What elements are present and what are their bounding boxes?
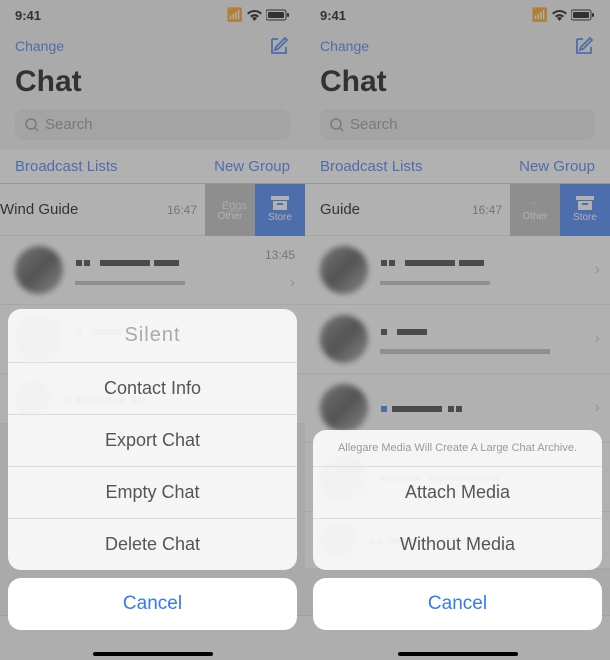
compose-button[interactable] [268, 35, 290, 57]
avatar [15, 246, 63, 294]
status-bar: 9:41 📶 [305, 0, 610, 30]
sheet-without-media[interactable]: Without Media [313, 519, 602, 570]
status-time: 9:41 [320, 8, 346, 23]
chat-name: Wind Guide [0, 201, 157, 218]
search-icon [25, 118, 39, 132]
swipe-store-button[interactable]: Store [560, 184, 610, 236]
eggs-label: Eggs [222, 200, 247, 212]
chat-time: 13:45 [265, 248, 295, 262]
chevron-right-icon: › [595, 330, 600, 348]
header: Change Chat [0, 30, 305, 109]
avatar [320, 315, 368, 363]
action-sheet: Allegare Media Will Create A Large Chat … [313, 430, 602, 630]
broadcast-link[interactable]: Broadcast Lists [320, 158, 423, 175]
compose-button[interactable] [573, 35, 595, 57]
list-header: Broadcast Lists New Group [305, 150, 610, 184]
chat-row[interactable]: Wind Guide 16:47 ⋯ Other Store Eggs [0, 184, 305, 236]
search-input[interactable]: Search [15, 109, 290, 140]
avatar [320, 246, 368, 294]
signal-icon: 📶 [532, 7, 548, 23]
status-time: 9:41 [15, 8, 41, 23]
sheet-export-chat[interactable]: Export Chat [8, 415, 297, 467]
sheet-cancel-button[interactable]: Cancel [8, 578, 297, 630]
battery-icon [266, 9, 290, 21]
signal-icon: 📶 [227, 7, 243, 23]
search-input[interactable]: Search [320, 109, 595, 140]
chat-time: 16:47 [167, 203, 205, 217]
avatar [320, 384, 368, 432]
change-link[interactable]: Change [320, 38, 369, 54]
sheet-empty-chat[interactable]: Empty Chat [8, 467, 297, 519]
swipe-store-button[interactable]: Store [255, 184, 305, 236]
home-indicator [93, 652, 213, 656]
list-header: Broadcast Lists New Group [0, 150, 305, 184]
new-group-link[interactable]: New Group [519, 158, 595, 175]
page-title: Chat [15, 65, 290, 99]
ellipsis-icon: ⋯ [530, 198, 540, 209]
chevron-right-icon: › [595, 399, 600, 417]
chat-time: 16:47 [472, 203, 510, 217]
chat-row[interactable]: › [305, 305, 610, 374]
broadcast-link[interactable]: Broadcast Lists [15, 158, 118, 175]
wifi-icon [552, 10, 567, 21]
search-placeholder: Search [45, 116, 93, 133]
page-title: Chat [320, 65, 595, 99]
new-group-link[interactable]: New Group [214, 158, 290, 175]
change-link[interactable]: Change [15, 38, 64, 54]
search-placeholder: Search [350, 116, 398, 133]
chevron-right-icon: › [595, 261, 600, 279]
sheet-contact-info[interactable]: Contact Info [8, 363, 297, 415]
header: Change Chat [305, 30, 610, 109]
home-indicator [398, 652, 518, 656]
phone-left: 9:41 📶 Change Chat [0, 0, 305, 660]
wifi-icon [247, 10, 262, 21]
chat-row[interactable]: 13:45 › [0, 236, 305, 305]
search-icon [330, 118, 344, 132]
sheet-delete-chat[interactable]: Delete Chat [8, 519, 297, 570]
chat-name: Guide [320, 201, 462, 218]
sheet-cancel-button[interactable]: Cancel [313, 578, 602, 630]
status-bar: 9:41 📶 [0, 0, 305, 30]
phone-right: 9:41 📶 Change Chat [305, 0, 610, 660]
sheet-hint: Allegare Media Will Create A Large Chat … [313, 430, 602, 467]
sheet-silent[interactable]: Silent [8, 309, 297, 363]
sheet-attach-media[interactable]: Attach Media [313, 467, 602, 519]
archive-icon [576, 196, 594, 210]
chat-row[interactable]: Guide 16:47 ⋯ Other Store [305, 184, 610, 236]
status-icons: 📶 [532, 7, 595, 23]
chat-row[interactable]: › [305, 236, 610, 305]
chevron-right-icon: › [290, 274, 295, 292]
archive-icon [271, 196, 289, 210]
battery-icon [571, 9, 595, 21]
action-sheet: Silent Contact Info Export Chat Empty Ch… [8, 309, 297, 630]
swipe-other-button[interactable]: ⋯ Other [510, 184, 560, 236]
status-icons: 📶 [227, 7, 290, 23]
